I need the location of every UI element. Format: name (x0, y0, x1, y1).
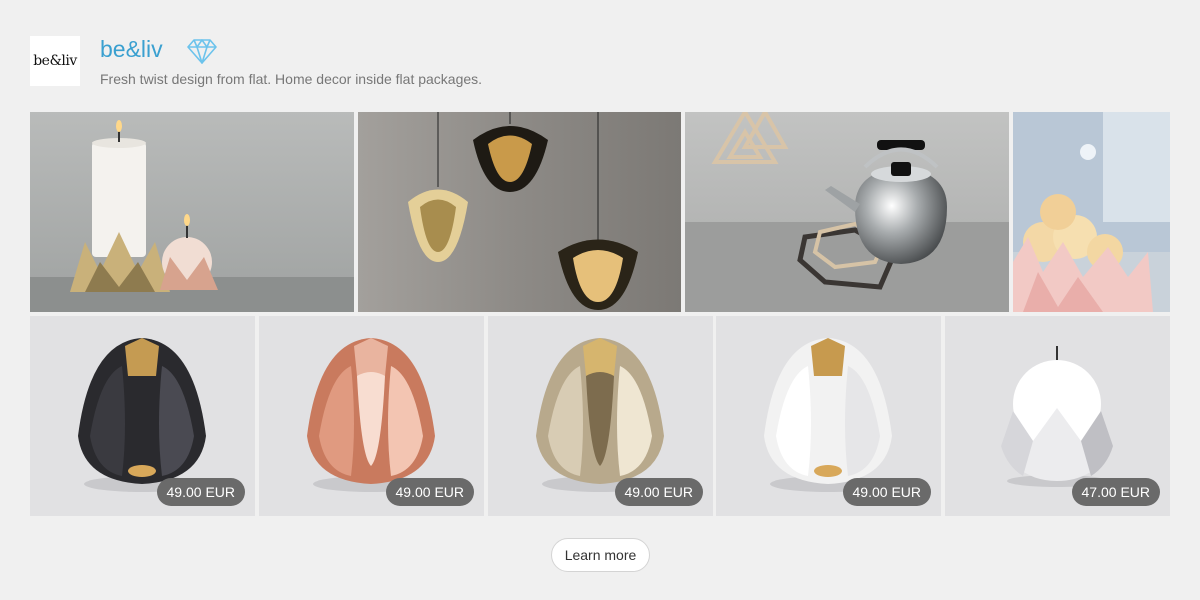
kettle-trivet-photo[interactable] (685, 112, 1009, 312)
candle-holders-photo[interactable] (30, 112, 354, 312)
lifestyle-gallery (30, 112, 1170, 312)
product-tile-brass[interactable]: 49.00 EUR (488, 316, 713, 516)
price-label: 49.00 EUR (156, 478, 245, 506)
product-tile-copper[interactable]: 49.00 EUR (259, 316, 484, 516)
shop-header: be&liv be&liv Fresh twist design from fl… (30, 36, 730, 87)
product-tile-candle[interactable]: 47.00 EUR (945, 316, 1170, 516)
diamond-icon (187, 39, 217, 64)
fruit-bowl-photo[interactable] (1013, 112, 1170, 312)
product-tile-white[interactable]: 49.00 EUR (716, 316, 941, 516)
price-label: 49.00 EUR (614, 478, 703, 506)
product-tile-black[interactable]: 49.00 EUR (30, 316, 255, 516)
pendant-lamps-photo[interactable] (358, 112, 681, 312)
logo-text: be&liv (33, 53, 77, 69)
brand-name[interactable]: be&liv (100, 36, 163, 63)
price-label: 49.00 EUR (385, 478, 474, 506)
price-label: 47.00 EUR (1071, 478, 1160, 506)
learn-more-button[interactable]: Learn more (551, 538, 650, 572)
brand-logo[interactable]: be&liv (30, 36, 80, 86)
shop-tagline: Fresh twist design from flat. Home decor… (100, 71, 483, 87)
price-label: 49.00 EUR (842, 478, 931, 506)
product-list: 49.00 EUR 49.00 EUR 49.00 EUR 49.00 EUR … (30, 316, 1170, 516)
